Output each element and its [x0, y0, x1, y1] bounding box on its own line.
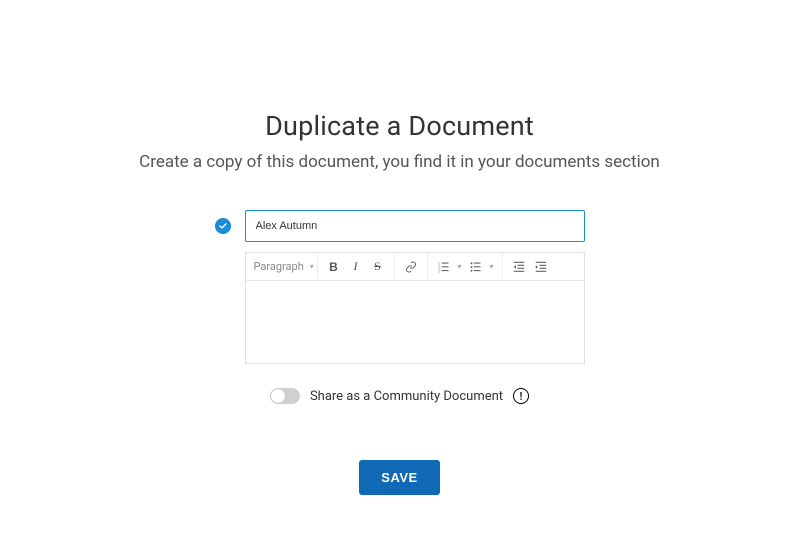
- text-style-group: B I S: [318, 253, 395, 280]
- svg-text:3: 3: [438, 269, 440, 273]
- list-group: 123 ▾ ▾: [428, 253, 503, 280]
- editor-toolbar: Paragraph ▾ B I S: [246, 253, 584, 281]
- italic-button[interactable]: I: [348, 259, 364, 275]
- format-dropdown-label: Paragraph: [254, 260, 304, 273]
- check-icon: [215, 218, 231, 234]
- page-title: Duplicate a Document: [265, 110, 534, 142]
- link-group: [395, 253, 428, 280]
- share-row: Share as a Community Document !: [270, 388, 529, 404]
- share-label: Share as a Community Document: [310, 389, 503, 404]
- editor-content-area[interactable]: [246, 281, 584, 363]
- ordered-list-button[interactable]: 123: [436, 259, 452, 275]
- unordered-list-button[interactable]: [468, 259, 484, 275]
- chevron-down-icon: ▾: [458, 262, 462, 271]
- share-toggle[interactable]: [270, 388, 300, 404]
- form-area: Paragraph ▾ B I S: [215, 210, 585, 495]
- rich-text-editor: Paragraph ▾ B I S: [245, 252, 585, 364]
- document-title-input[interactable]: [245, 210, 585, 242]
- chevron-down-icon: ▾: [310, 262, 314, 271]
- toggle-knob: [271, 389, 285, 403]
- chevron-down-icon: ▾: [490, 262, 494, 271]
- info-icon[interactable]: !: [513, 388, 529, 404]
- dialog-container: Duplicate a Document Create a copy of th…: [0, 0, 799, 552]
- save-button[interactable]: SAVE: [359, 460, 439, 495]
- indent-group: [503, 253, 557, 280]
- link-button[interactable]: [403, 259, 419, 275]
- strikethrough-button[interactable]: S: [370, 259, 386, 275]
- indent-button[interactable]: [533, 259, 549, 275]
- bold-button[interactable]: B: [326, 259, 342, 275]
- format-dropdown[interactable]: Paragraph ▾: [246, 253, 318, 280]
- page-subtitle: Create a copy of this document, you find…: [139, 152, 660, 172]
- title-row: [215, 210, 585, 242]
- outdent-button[interactable]: [511, 259, 527, 275]
